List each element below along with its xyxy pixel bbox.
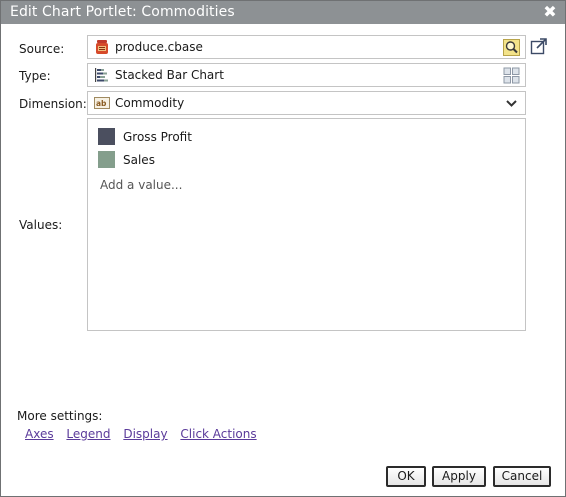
more-settings-links: Axes Legend Display Click Actions xyxy=(25,427,266,441)
open-external-icon[interactable] xyxy=(530,37,548,55)
close-icon[interactable]: ✖ xyxy=(541,2,559,22)
dimension-label: Dimension: xyxy=(19,97,87,111)
apply-button[interactable]: Apply xyxy=(432,466,486,487)
type-field[interactable]: Stacked Bar Chart xyxy=(87,63,526,87)
search-icon[interactable] xyxy=(503,39,520,56)
click-actions-link[interactable]: Click Actions xyxy=(180,427,256,441)
series-color-swatch[interactable] xyxy=(98,151,115,168)
values-list[interactable]: Gross Profit Sales Add a value... xyxy=(87,118,526,331)
display-link[interactable]: Display xyxy=(123,427,167,441)
add-value-input[interactable]: Add a value... xyxy=(100,178,182,192)
ok-button[interactable]: OK xyxy=(386,466,426,487)
stacked-bar-chart-icon xyxy=(95,68,108,82)
svg-text:ab: ab xyxy=(96,99,107,108)
series-color-swatch[interactable] xyxy=(98,128,115,145)
axes-link[interactable]: Axes xyxy=(25,427,54,441)
type-value: Stacked Bar Chart xyxy=(115,68,224,82)
dimension-select[interactable]: ab Commodity xyxy=(87,91,526,115)
edit-chart-portlet-dialog: Edit Chart Portlet: Commodities ✖ Source… xyxy=(0,0,566,497)
source-label: Source: xyxy=(19,42,65,56)
cbase-file-icon xyxy=(96,40,108,54)
value-item-label: Sales xyxy=(123,153,155,167)
source-value: produce.cbase xyxy=(115,40,203,54)
values-label: Values: xyxy=(19,218,63,232)
chevron-down-icon[interactable] xyxy=(503,95,520,112)
text-field-icon: ab xyxy=(94,97,110,109)
chart-gallery-icon[interactable] xyxy=(503,67,520,84)
legend-link[interactable]: Legend xyxy=(66,427,110,441)
source-field[interactable]: produce.cbase xyxy=(87,35,526,59)
dialog-titlebar[interactable]: Edit Chart Portlet: Commodities ✖ xyxy=(1,1,565,24)
more-settings-label: More settings: xyxy=(17,409,103,423)
value-item-label: Gross Profit xyxy=(123,130,192,144)
dialog-title: Edit Chart Portlet: Commodities xyxy=(10,4,235,20)
cancel-button[interactable]: Cancel xyxy=(493,466,551,487)
type-label: Type: xyxy=(19,69,51,83)
dimension-value: Commodity xyxy=(115,96,185,110)
